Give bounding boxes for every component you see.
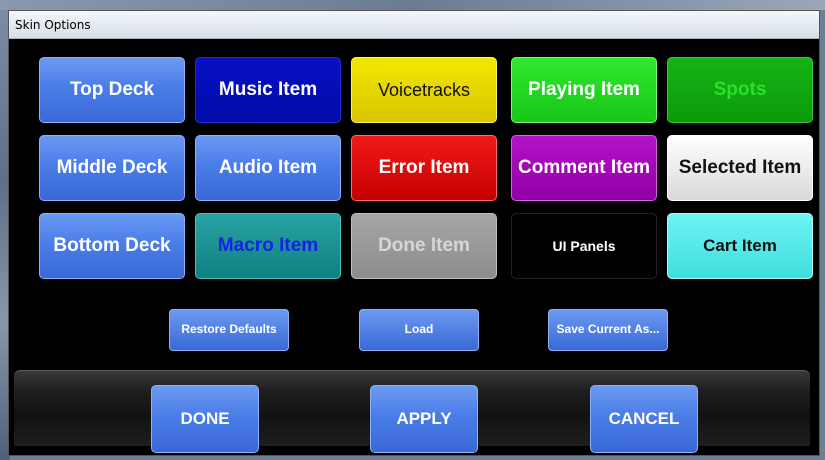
voicetracks-button[interactable]: Voicetracks [351, 57, 497, 123]
desktop-background-top [0, 0, 825, 10]
save-current-as-button[interactable]: Save Current As... [548, 309, 668, 351]
cart-item-button[interactable]: Cart Item [667, 213, 813, 279]
bottom-deck-button[interactable]: Bottom Deck [39, 213, 185, 279]
window-title: Skin Options [15, 18, 91, 32]
music-item-button[interactable]: Music Item [195, 57, 341, 123]
error-item-button[interactable]: Error Item [351, 135, 497, 201]
top-deck-button[interactable]: Top Deck [39, 57, 185, 123]
cancel-button[interactable]: CANCEL [590, 385, 698, 453]
playing-item-button[interactable]: Playing Item [511, 57, 657, 123]
selected-item-button[interactable]: Selected Item [667, 135, 813, 201]
macro-item-button[interactable]: Macro Item [195, 213, 341, 279]
title-bar: Skin Options [9, 11, 819, 39]
ui-panels-button[interactable]: UI Panels [511, 213, 657, 279]
load-button[interactable]: Load [359, 309, 479, 351]
done-button[interactable]: DONE [151, 385, 259, 453]
apply-button[interactable]: APPLY [370, 385, 478, 453]
middle-deck-button[interactable]: Middle Deck [39, 135, 185, 201]
audio-item-button[interactable]: Audio Item [195, 135, 341, 201]
restore-defaults-button[interactable]: Restore Defaults [169, 309, 289, 351]
done-item-button[interactable]: Done Item [351, 213, 497, 279]
comment-item-button[interactable]: Comment Item [511, 135, 657, 201]
spots-button[interactable]: Spots [667, 57, 813, 123]
